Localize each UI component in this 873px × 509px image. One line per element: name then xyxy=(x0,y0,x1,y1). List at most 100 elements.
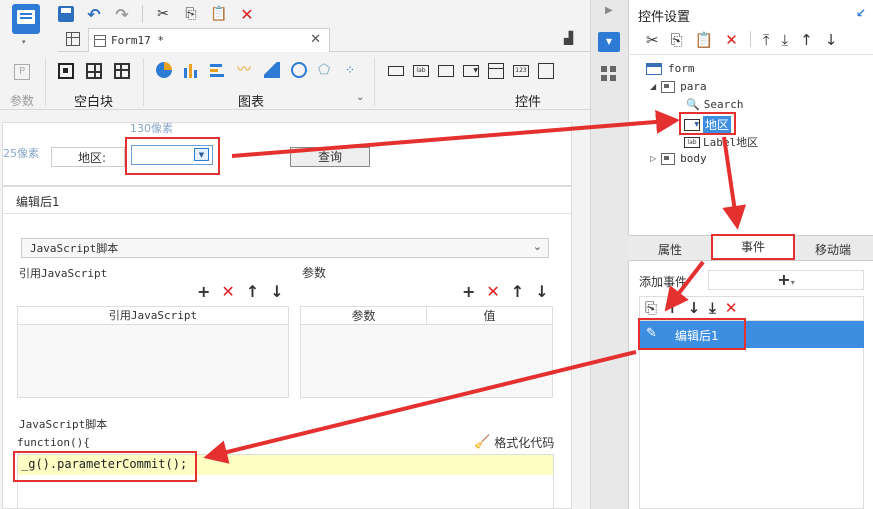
quick-toolbar: ↶ ↷ ✂ ⎘ 📋 ✕ xyxy=(58,2,255,26)
move-up-icon[interactable]: ↑ xyxy=(511,282,524,301)
move-down-icon[interactable]: ↓ xyxy=(688,299,701,317)
group-params-label: 参数 xyxy=(10,94,35,108)
tree-node-region[interactable]: ▼ 地区 xyxy=(684,116,732,133)
move-down-icon[interactable]: ↓ xyxy=(270,282,283,301)
panel-title: 控件设置 xyxy=(638,10,691,25)
copy-icon[interactable]: ⎘ xyxy=(671,31,683,49)
chart-more-icon[interactable]: ⌄ xyxy=(356,92,364,103)
add-event-plus-icon: + xyxy=(777,270,791,289)
add-icon[interactable]: + xyxy=(197,282,210,301)
redo-icon[interactable]: ↷ xyxy=(114,5,130,24)
combobox-dropdown-icon[interactable]: ▼ xyxy=(194,148,209,161)
logo-dropdown-icon[interactable]: ▾ xyxy=(22,38,26,46)
ref-js-label: 引用JavaScript xyxy=(19,267,108,280)
gauge-chart-icon[interactable] xyxy=(291,62,307,78)
broom-icon: 🧹 xyxy=(474,435,491,450)
width-hint: 130像素 xyxy=(130,122,173,135)
form-node-icon xyxy=(646,62,662,75)
region-combobox[interactable]: ▼ xyxy=(131,145,213,165)
tree-node-para[interactable]: ◢ para xyxy=(650,80,707,93)
area-chart-icon[interactable] xyxy=(264,62,280,78)
collapse-arrow-icon[interactable]: ◢ xyxy=(650,82,656,91)
combobox-widget-icon[interactable]: ▼ xyxy=(463,65,479,77)
date-widget-icon[interactable] xyxy=(488,63,504,79)
move-bottom-icon[interactable]: ⤓ xyxy=(782,31,789,49)
move-down-icon[interactable]: ↓ xyxy=(825,31,838,49)
blank-block-icons xyxy=(58,63,130,79)
copy-icon[interactable]: ⎘ xyxy=(645,299,657,317)
region-label-widget[interactable]: 地区: xyxy=(51,147,125,167)
app-logo-icon[interactable] xyxy=(12,4,40,34)
layout-panel-icon[interactable] xyxy=(601,66,617,82)
number-widget-icon[interactable]: 123 xyxy=(513,65,529,77)
label-node-icon: lab xyxy=(684,136,700,148)
param-p-icon[interactable]: P xyxy=(14,64,30,80)
params-table[interactable]: 参数 值 xyxy=(300,306,553,398)
cut-icon[interactable]: ✂ xyxy=(646,31,659,49)
paste-icon[interactable]: 📋 xyxy=(695,31,714,49)
paste-icon[interactable]: 📋 xyxy=(210,6,227,22)
add-icon[interactable]: + xyxy=(462,282,475,301)
tab-close-icon[interactable]: ✕ xyxy=(310,32,321,47)
blank-tab-icon[interactable] xyxy=(114,63,130,79)
expand-arrow-icon[interactable]: ▶ xyxy=(605,5,613,16)
remove-icon[interactable]: ✕ xyxy=(486,282,499,301)
para-node-icon xyxy=(661,80,676,93)
edit-pencil-icon: ✎ xyxy=(646,326,657,341)
param-column-header: 参数 xyxy=(301,307,427,324)
tab-title: Form17 * xyxy=(111,34,164,47)
script-type-select[interactable]: JavaScript脚本 ⌄ xyxy=(21,238,549,258)
move-up-icon[interactable]: ↑ xyxy=(246,282,259,301)
height-hint: 25像素 xyxy=(3,147,39,160)
scatter-chart-icon[interactable]: ⁘ xyxy=(345,62,361,78)
copy-icon[interactable]: ⎘ xyxy=(183,6,199,22)
ref-js-table[interactable]: 引用JavaScript xyxy=(17,306,289,398)
tab-events[interactable]: 事件 xyxy=(711,234,795,260)
hbar-chart-icon[interactable] xyxy=(210,62,226,78)
pie-chart-icon[interactable] xyxy=(156,62,172,78)
tab-menu-icon[interactable]: ▟ xyxy=(564,31,573,45)
tree-node-form[interactable]: form xyxy=(646,62,695,75)
blank-absolute-icon[interactable] xyxy=(58,63,74,79)
delete-icon[interactable]: ✕ xyxy=(725,299,738,317)
tree-node-search[interactable]: 🔍 Search xyxy=(686,98,743,111)
add-event-select[interactable]: +▾ xyxy=(708,270,864,290)
save-icon[interactable] xyxy=(58,6,74,22)
region-label-text: 地区: xyxy=(78,150,107,165)
grid-icon[interactable] xyxy=(66,32,80,46)
tree-toolbar: ✂ ⎘ 📋 ✕ ⤒ ⤓ ↑ ↓ xyxy=(646,31,837,49)
delete-icon[interactable]: ✕ xyxy=(239,5,255,24)
widget-panel-icon[interactable]: ▼ xyxy=(598,32,620,52)
query-button[interactable]: 查询 xyxy=(290,147,370,167)
move-up-icon[interactable]: ↑ xyxy=(666,299,679,317)
value-column-header: 值 xyxy=(483,309,496,323)
move-up-icon[interactable]: ↑ xyxy=(800,31,813,49)
line-chart-icon[interactable]: 〰 xyxy=(237,62,253,78)
radar-chart-icon[interactable]: ⬠ xyxy=(318,62,334,78)
label-widget-icon[interactable]: lab xyxy=(413,65,429,77)
tree-node-label-region[interactable]: lab Label地区 xyxy=(684,134,758,150)
delete-icon[interactable]: ✕ xyxy=(725,31,738,49)
tree-node-body[interactable]: ▷ body xyxy=(650,152,707,165)
tab-properties[interactable]: 属性 xyxy=(658,241,682,258)
textarea-widget-icon[interactable] xyxy=(538,63,554,79)
remove-icon[interactable]: ✕ xyxy=(221,282,234,301)
move-bottom-icon[interactable]: ⤓ xyxy=(709,299,716,317)
format-code-button[interactable]: 🧹 格式化代码 xyxy=(474,434,554,451)
undo-icon[interactable]: ↶ xyxy=(86,5,102,24)
blank-split-icon[interactable] xyxy=(86,63,102,79)
panel-pin-icon[interactable]: ↙ xyxy=(856,6,866,20)
move-down-icon[interactable]: ↓ xyxy=(535,282,548,301)
body-node-icon xyxy=(661,152,676,165)
expand-arrow-icon[interactable]: ▷ xyxy=(650,154,656,163)
tab-form17[interactable]: Form17 * ✕ xyxy=(88,28,330,52)
event-toolbar: ⎘ ↑ ↓ ⤓ ✕ xyxy=(645,299,737,317)
move-top-icon[interactable]: ⤒ xyxy=(763,31,770,49)
textbox-widget-icon[interactable] xyxy=(438,65,454,77)
ref-js-column-header: 引用JavaScript xyxy=(18,307,288,325)
cut-icon[interactable]: ✂ xyxy=(155,6,171,22)
code-line: _g().parameterCommit(); xyxy=(21,457,188,471)
tab-mobile[interactable]: 移动端 xyxy=(815,241,851,258)
bar-chart-icon[interactable] xyxy=(183,62,199,78)
button-widget-icon[interactable] xyxy=(388,66,404,76)
